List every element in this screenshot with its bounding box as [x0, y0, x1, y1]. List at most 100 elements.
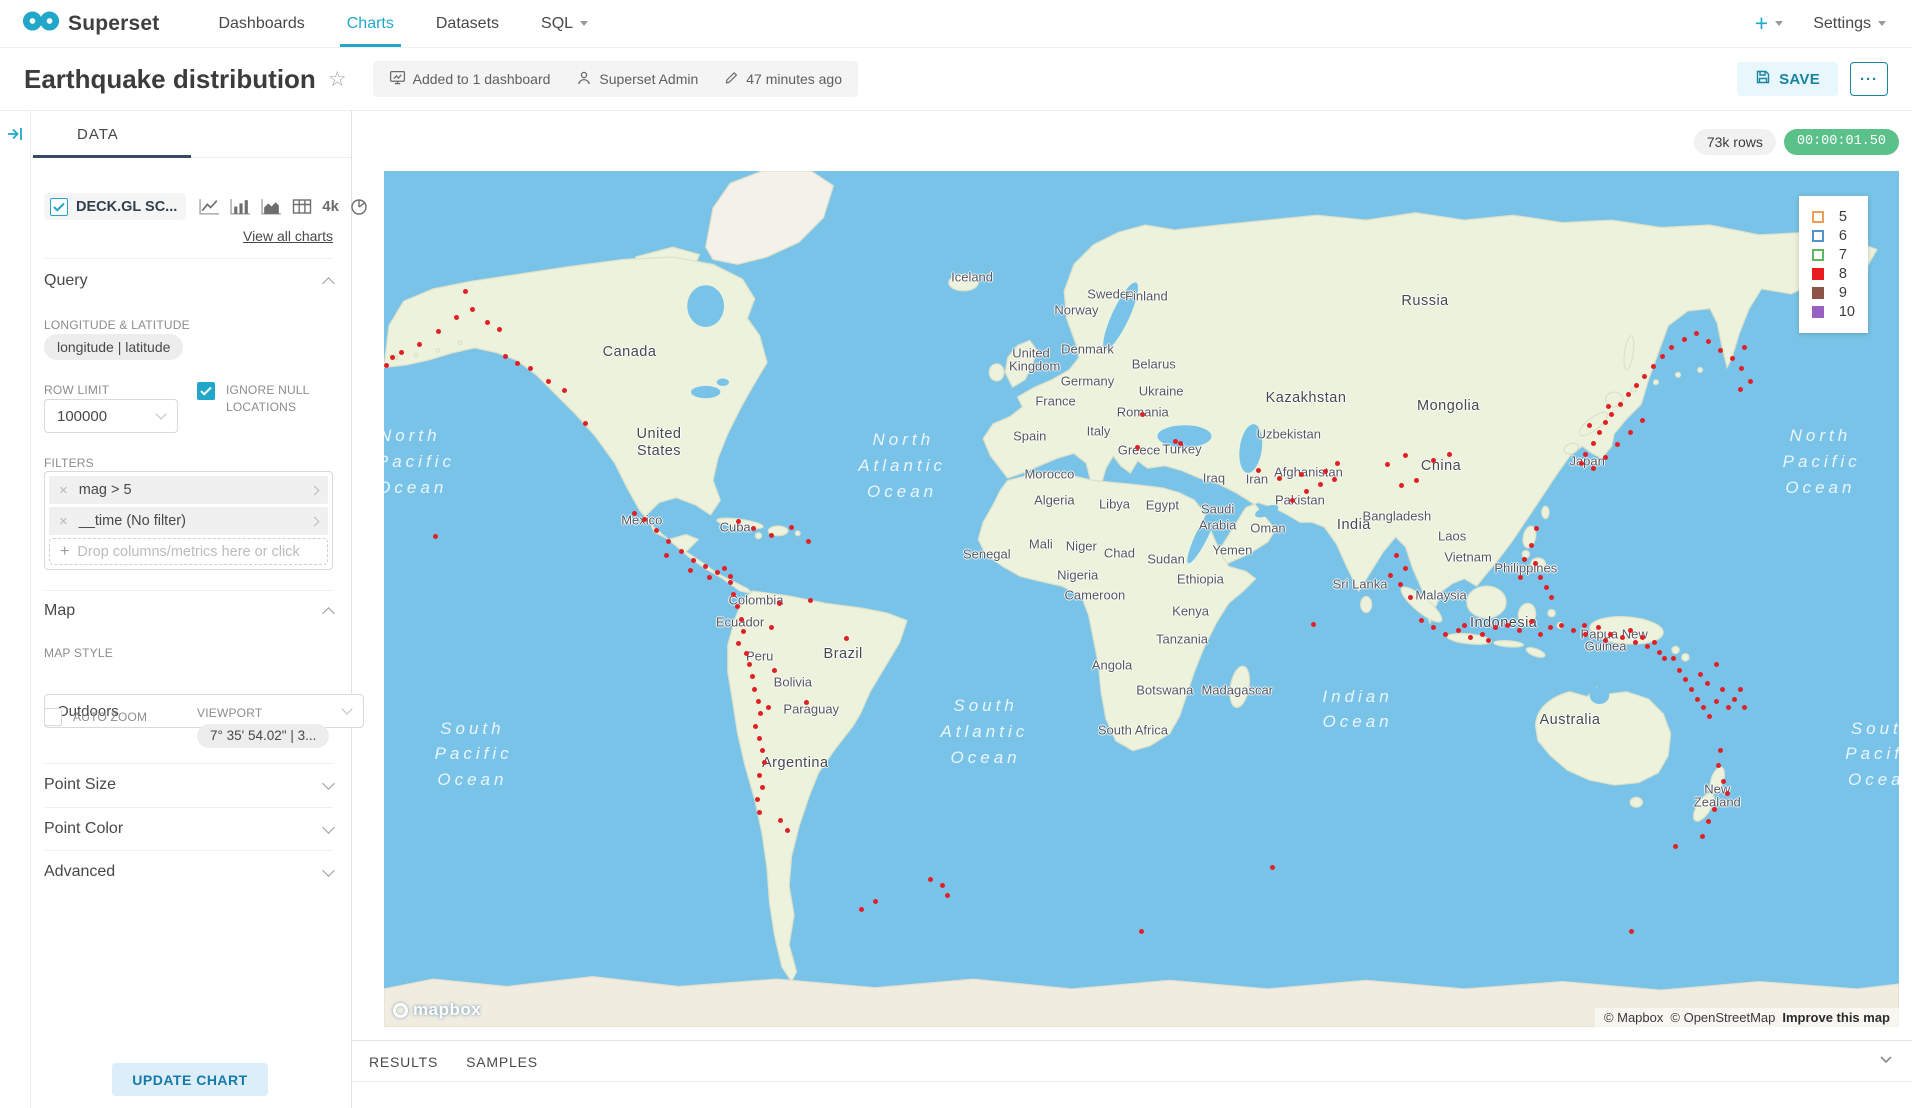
- area-chart-icon[interactable]: [260, 197, 282, 216]
- earthquake-point[interactable]: [744, 651, 749, 656]
- earthquake-point[interactable]: [436, 329, 441, 334]
- tab-data[interactable]: DATA: [77, 126, 119, 143]
- point-size-section-header[interactable]: Point Size: [44, 772, 333, 798]
- earthquake-point[interactable]: [390, 355, 395, 360]
- earthquake-point[interactable]: [1399, 483, 1404, 488]
- earthquake-point[interactable]: [755, 797, 760, 802]
- earthquake-point[interactable]: [688, 568, 693, 573]
- earthquake-point[interactable]: [1626, 392, 1631, 397]
- earthquake-point[interactable]: [1583, 632, 1588, 637]
- earthquake-point[interactable]: [1443, 632, 1448, 637]
- superset-logo[interactable]: Superset: [0, 0, 169, 47]
- earthquake-point[interactable]: [769, 533, 774, 538]
- earthquake-point[interactable]: [1135, 445, 1140, 450]
- earthquake-point[interactable]: [760, 785, 765, 790]
- earthquake-point[interactable]: [1645, 644, 1650, 649]
- earthquake-point[interactable]: [1707, 714, 1712, 719]
- earthquake-point[interactable]: [940, 883, 945, 888]
- earthquake-point[interactable]: [844, 636, 849, 641]
- earthquake-point[interactable]: [756, 699, 761, 704]
- filter-drop-zone[interactable]: + Drop columns/metrics here or click: [49, 538, 328, 565]
- earthquake-point[interactable]: [1591, 466, 1596, 471]
- earthquake-point[interactable]: [928, 877, 933, 882]
- earthquake-point[interactable]: [1609, 412, 1614, 417]
- line-chart-icon[interactable]: [198, 197, 220, 216]
- earthquake-point[interactable]: [1732, 697, 1737, 702]
- earthquake-point[interactable]: [515, 361, 520, 366]
- legend-item[interactable]: 6: [1812, 227, 1855, 245]
- earthquake-point[interactable]: [728, 580, 733, 585]
- earthquake-point[interactable]: [750, 674, 755, 679]
- earthquake-point[interactable]: [753, 724, 758, 729]
- earthquake-point[interactable]: [1591, 441, 1596, 446]
- query-section-header[interactable]: Query: [44, 268, 333, 294]
- earthquake-point[interactable]: [1640, 418, 1645, 423]
- earthquake-point[interactable]: [691, 558, 696, 563]
- earthquake-point[interactable]: [1673, 844, 1678, 849]
- earthquake-point[interactable]: [632, 511, 637, 516]
- point-color-section-header[interactable]: Point Color: [44, 816, 333, 842]
- advanced-section-header[interactable]: Advanced: [44, 859, 333, 885]
- earthquake-point[interactable]: [1657, 650, 1662, 655]
- earthquake-point[interactable]: [1388, 573, 1393, 578]
- earthquake-point[interactable]: [1633, 640, 1638, 645]
- earthquake-point[interactable]: [1335, 461, 1340, 466]
- earthquake-point[interactable]: [1716, 763, 1721, 768]
- earthquake-point[interactable]: [1712, 807, 1717, 812]
- earthquake-point[interactable]: [769, 625, 774, 630]
- pie-chart-icon[interactable]: [348, 197, 370, 216]
- earthquake-point[interactable]: [1270, 865, 1275, 870]
- earthquake-point[interactable]: [736, 519, 741, 524]
- earthquake-point[interactable]: [1629, 929, 1634, 934]
- legend-item[interactable]: 8: [1812, 265, 1855, 283]
- earthquake-point[interactable]: [758, 711, 763, 716]
- earthquake-point[interactable]: [757, 810, 762, 815]
- ignore-null-checkbox[interactable]: [197, 382, 215, 400]
- earthquake-point[interactable]: [1304, 489, 1309, 494]
- earthquake-point[interactable]: [1583, 452, 1588, 457]
- earthquake-point[interactable]: [1582, 623, 1587, 628]
- earthquake-point[interactable]: [722, 566, 727, 571]
- earthquake-point[interactable]: [1726, 705, 1731, 710]
- filter-pill-time[interactable]: × __time (No filter): [49, 507, 328, 535]
- update-chart-button[interactable]: UPDATE CHART: [112, 1063, 268, 1096]
- earthquake-point[interactable]: [1738, 387, 1743, 392]
- earthquake-point[interactable]: [707, 575, 712, 580]
- earthquake-point[interactable]: [1408, 595, 1413, 600]
- earthquake-point[interactable]: [1706, 819, 1711, 824]
- earthquake-point[interactable]: [463, 289, 468, 294]
- earthquake-point[interactable]: [1698, 672, 1703, 677]
- earthquake-point[interactable]: [1462, 623, 1467, 628]
- earthquake-point[interactable]: [1603, 420, 1608, 425]
- viz-type-checkbox[interactable]: [50, 198, 68, 216]
- more-options-button[interactable]: ···: [1850, 62, 1888, 96]
- earthquake-point[interactable]: [1140, 412, 1145, 417]
- earthquake-point[interactable]: [739, 617, 744, 622]
- earthquake-point[interactable]: [859, 907, 864, 912]
- earthquake-point[interactable]: [1414, 478, 1419, 483]
- earthquake-point[interactable]: [1603, 638, 1608, 643]
- earthquake-point[interactable]: [1332, 477, 1337, 482]
- map-section-header[interactable]: Map: [44, 598, 333, 624]
- earthquake-point[interactable]: [1671, 656, 1676, 661]
- earthquake-point[interactable]: [1706, 339, 1711, 344]
- earthquake-point[interactable]: [417, 342, 422, 347]
- earthquake-point[interactable]: [666, 539, 671, 544]
- improve-map-link[interactable]: Improve this map: [1782, 1010, 1890, 1025]
- earthquake-point[interactable]: [1178, 441, 1183, 446]
- earthquake-point[interactable]: [728, 574, 733, 579]
- earthquake-point[interactable]: [1628, 628, 1633, 633]
- earthquake-point[interactable]: [747, 662, 752, 667]
- earthquake-point[interactable]: [1385, 462, 1390, 467]
- earthquake-point[interactable]: [1725, 791, 1730, 796]
- earthquake-point[interactable]: [664, 553, 669, 558]
- earthquake-point[interactable]: [1742, 345, 1747, 350]
- earthquake-point[interactable]: [1447, 452, 1452, 457]
- earthquake-point[interactable]: [642, 517, 647, 522]
- earthquake-point[interactable]: [1529, 543, 1534, 548]
- earthquake-point[interactable]: [1669, 345, 1674, 350]
- mapbox-attribution-link[interactable]: © Mapbox: [1604, 1010, 1663, 1025]
- earthquake-point[interactable]: [752, 687, 757, 692]
- earthquake-point[interactable]: [1730, 356, 1735, 361]
- earthquake-point[interactable]: [945, 893, 950, 898]
